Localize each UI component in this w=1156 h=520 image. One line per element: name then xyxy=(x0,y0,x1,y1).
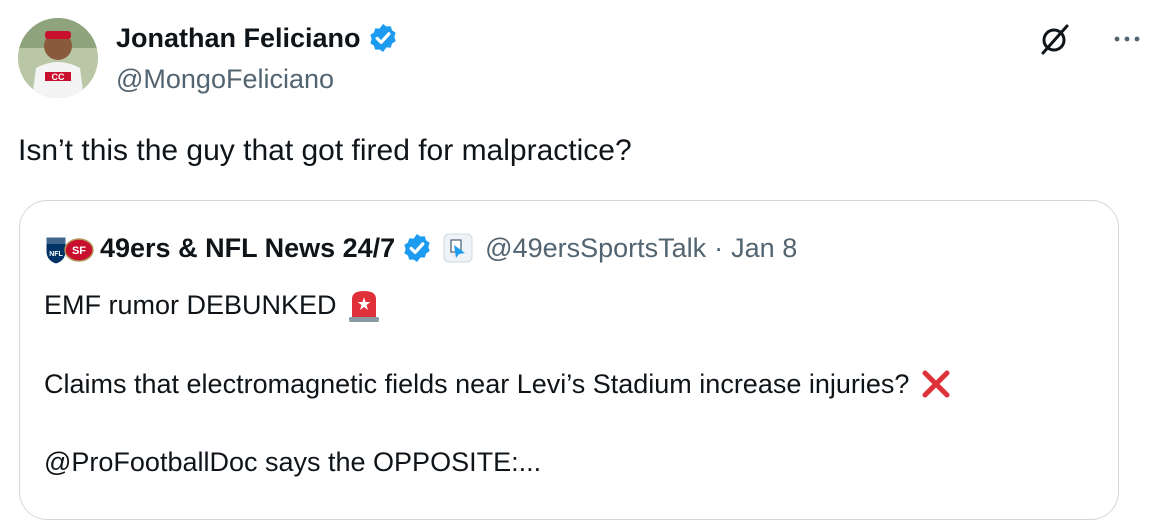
quoted-text-line-1: EMF rumor DEBUNKED xyxy=(44,289,337,320)
dot-separator: · xyxy=(714,232,724,263)
more-icon[interactable] xyxy=(1110,26,1144,52)
tweet-text: Isn’t this the guy that got fired for ma… xyxy=(18,134,632,167)
svg-text:SF: SF xyxy=(72,245,86,257)
quoted-avatar-logos-icon[interactable]: NFL SF xyxy=(44,231,94,265)
quoted-text-line-3: @ProFootballDoc says the OPPOSITE:... xyxy=(44,447,542,477)
niners-logo-icon: SF xyxy=(64,238,94,262)
quoted-line-2: Claims that electromagnetic fields near … xyxy=(44,367,953,401)
svg-text:NFL: NFL xyxy=(49,251,63,258)
quoted-author-name[interactable]: 49ers & NFL News 24/7 xyxy=(100,233,395,264)
siren-emoji-icon xyxy=(348,291,379,322)
cross-mark-emoji-icon xyxy=(922,370,950,398)
nfl-shield-icon: NFL xyxy=(45,236,67,265)
affiliate-badge-icon[interactable] xyxy=(443,233,473,263)
quoted-line-1: EMF rumor DEBUNKED xyxy=(44,287,383,323)
quoted-tweet-header: NFL SF 49ers & NFL News 24/7 @49ersSport… xyxy=(44,231,797,265)
author-name-row[interactable]: Jonathan Feliciano xyxy=(116,22,399,54)
author-name[interactable]: Jonathan Feliciano xyxy=(116,23,361,54)
grok-icon[interactable] xyxy=(1038,22,1072,56)
avatar-image: CC xyxy=(18,18,98,98)
quoted-author-handle[interactable]: @49ersSportsTalk xyxy=(485,233,706,264)
avatar[interactable]: CC xyxy=(18,18,98,98)
svg-text:CC: CC xyxy=(52,72,65,82)
verified-badge-icon xyxy=(404,234,430,262)
author-handle[interactable]: @MongoFeliciano xyxy=(116,64,334,95)
verified-badge-icon xyxy=(369,24,396,52)
quoted-tweet-date[interactable]: Jan 8 xyxy=(731,233,797,264)
quoted-tweet-card[interactable]: NFL SF 49ers & NFL News 24/7 @49ersSport… xyxy=(19,200,1119,520)
quoted-text-line-2: Claims that electromagnetic fields near … xyxy=(44,368,910,399)
quoted-line-3: @ProFootballDoc says the OPPOSITE:... xyxy=(44,447,541,478)
